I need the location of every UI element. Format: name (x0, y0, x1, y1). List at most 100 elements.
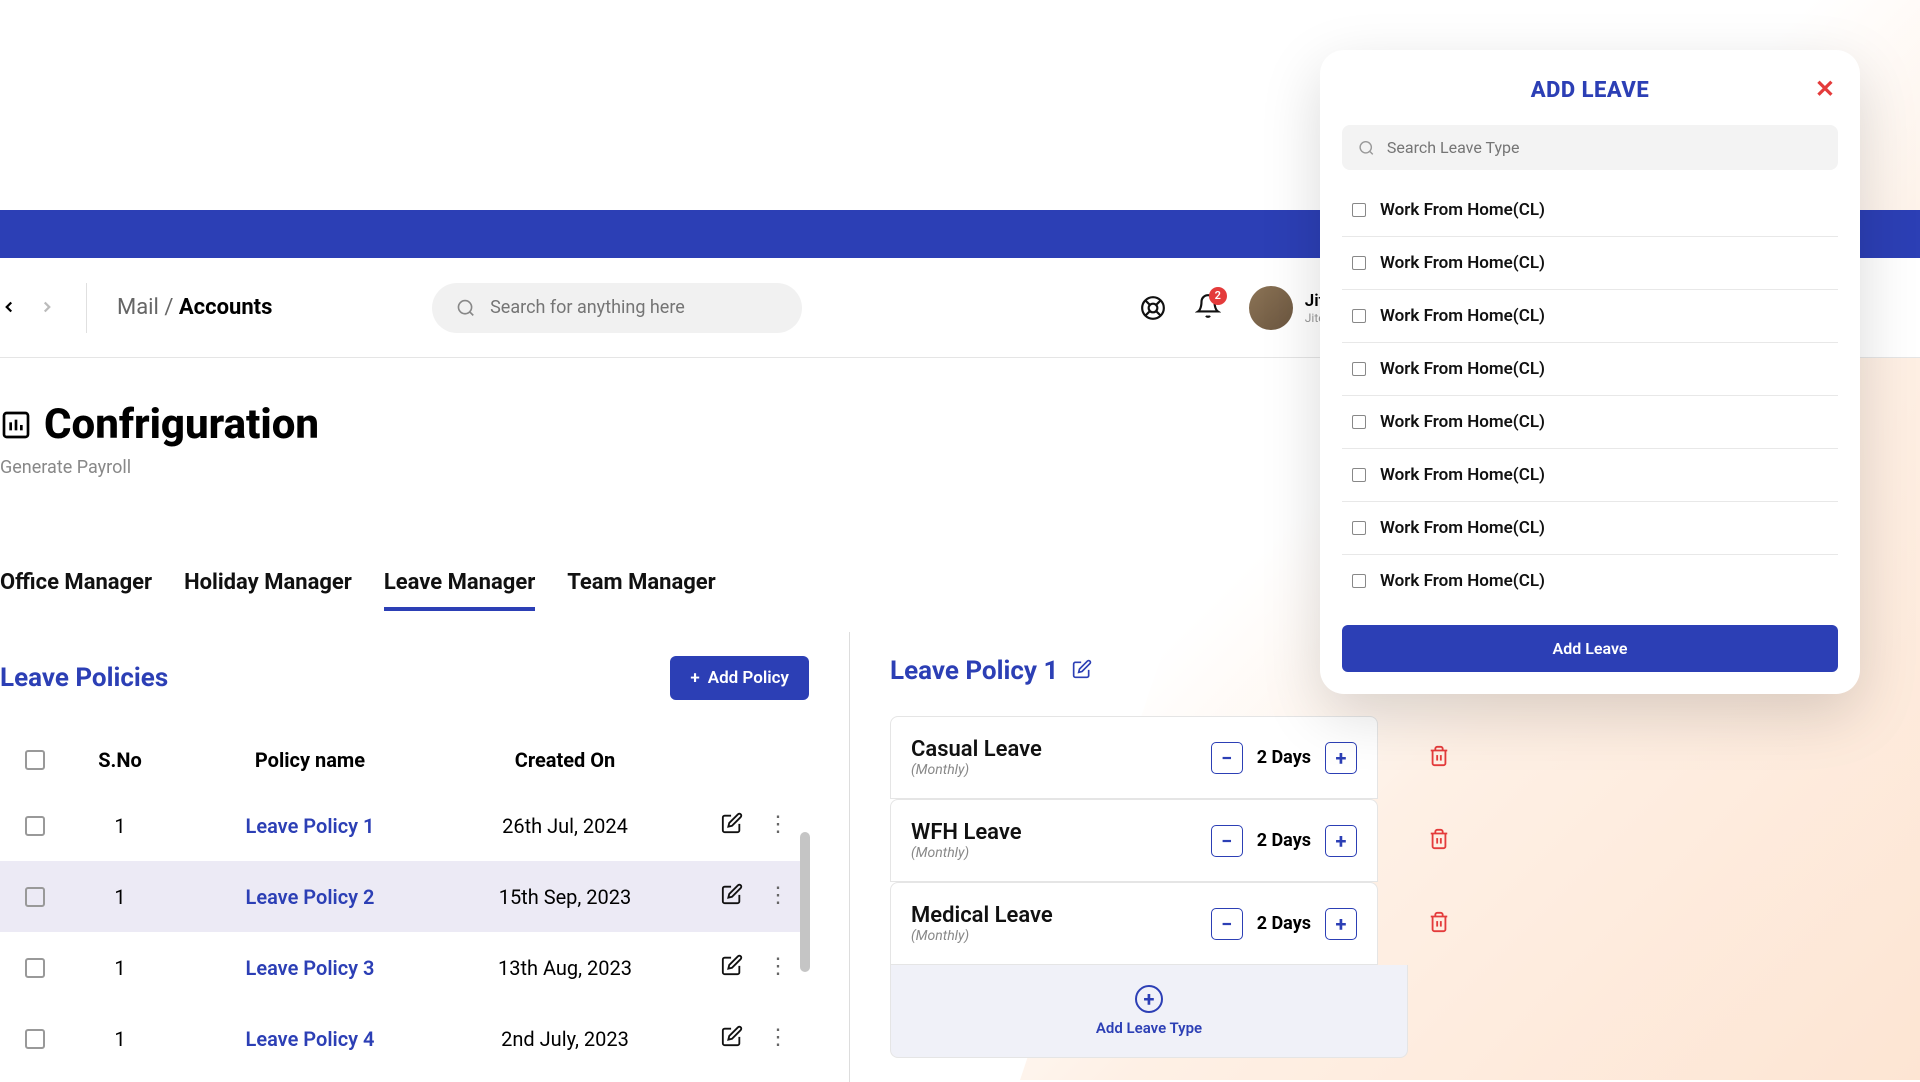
nav-forward-icon[interactable] (38, 294, 56, 322)
global-search[interactable] (432, 283, 802, 333)
option-checkbox[interactable] (1352, 256, 1366, 270)
left-panel: Leave Policies + Add Policy S.No Policy … (0, 632, 850, 1082)
leave-type-option[interactable]: Work From Home(CL) (1342, 290, 1838, 343)
delete-icon[interactable] (1428, 911, 1450, 937)
row-date: 13th Aug, 2023 (450, 956, 680, 980)
notifications[interactable]: 2 (1195, 293, 1221, 323)
leave-row: WFH Leave (Monthly) − 2 Days + (890, 799, 1450, 882)
row-sno: 1 (70, 814, 170, 838)
leave-row: Medical Leave (Monthly) − 2 Days + (890, 882, 1450, 965)
edit-icon[interactable] (721, 1025, 743, 1052)
close-icon[interactable]: ✕ (1815, 75, 1835, 103)
option-label: Work From Home(CL) (1380, 359, 1545, 379)
leave-type-option[interactable]: Work From Home(CL) (1342, 396, 1838, 449)
option-checkbox[interactable] (1352, 309, 1366, 323)
add-leave-type-button[interactable]: + Add Leave Type (890, 965, 1408, 1058)
add-leave-type-label: Add Leave Type (911, 1019, 1387, 1037)
leave-period: (Monthly) (911, 845, 1022, 861)
leave-type-option[interactable]: Work From Home(CL) (1342, 502, 1838, 555)
leave-type-option[interactable]: Work From Home(CL) (1342, 237, 1838, 290)
content: Leave Policies + Add Policy S.No Policy … (0, 632, 1920, 1082)
leave-type-option[interactable]: Work From Home(CL) (1342, 343, 1838, 396)
leave-type-option[interactable]: Work From Home(CL) (1342, 184, 1838, 237)
option-checkbox[interactable] (1352, 521, 1366, 535)
page-title: Confriguration (44, 400, 319, 449)
increase-button[interactable]: + (1325, 825, 1357, 857)
row-checkbox[interactable] (25, 1029, 45, 1049)
edit-policy-icon[interactable] (1072, 656, 1092, 686)
tab-holiday-manager[interactable]: Holiday Manager (184, 570, 352, 611)
row-sno: 1 (70, 956, 170, 980)
select-all-checkbox[interactable] (25, 750, 45, 770)
tab-office-manager[interactable]: Office Manager (0, 570, 152, 611)
breadcrumb-current[interactable]: Accounts (179, 295, 273, 320)
edit-icon[interactable] (721, 954, 743, 981)
search-icon (1358, 139, 1375, 157)
left-panel-title: Leave Policies (0, 663, 168, 693)
header-name: Policy name (170, 748, 450, 772)
table-row[interactable]: 1 Leave Policy 2 15th Sep, 2023 ⋮ (0, 861, 809, 932)
row-checkbox[interactable] (25, 816, 45, 836)
row-sno: 1 (70, 1027, 170, 1051)
row-date: 2nd July, 2023 (450, 1027, 680, 1051)
modal-search[interactable] (1342, 125, 1838, 170)
tab-team-manager[interactable]: Team Manager (567, 570, 715, 611)
header-sno: S.No (70, 748, 170, 772)
add-policy-button[interactable]: + Add Policy (670, 656, 809, 700)
leave-type-option[interactable]: Work From Home(CL) (1342, 449, 1838, 502)
search-input[interactable] (490, 297, 778, 318)
scrollbar-thumb[interactable] (800, 832, 810, 972)
days-value: 2 Days (1257, 830, 1311, 851)
table-row[interactable]: 1 Leave Policy 3 13th Aug, 2023 ⋮ (0, 932, 809, 1003)
modal-title: ADD LEAVE (1342, 78, 1838, 103)
right-panel-title-text: Leave Policy 1 (890, 656, 1058, 686)
option-label: Work From Home(CL) (1380, 465, 1545, 485)
policy-link[interactable]: Leave Policy 4 (170, 1027, 450, 1051)
leave-name: WFH Leave (911, 820, 1022, 845)
option-label: Work From Home(CL) (1380, 253, 1545, 273)
add-leave-modal: ADD LEAVE ✕ Work From Home(CL) Work From… (1320, 50, 1860, 694)
row-checkbox[interactable] (25, 887, 45, 907)
days-value: 2 Days (1257, 913, 1311, 934)
policy-link[interactable]: Leave Policy 1 (170, 814, 450, 838)
table-row[interactable]: 1 Leave Policy 1 26th Jul, 2024 ⋮ (0, 790, 809, 861)
increase-button[interactable]: + (1325, 908, 1357, 940)
option-checkbox[interactable] (1352, 362, 1366, 376)
help-icon[interactable] (1139, 294, 1167, 322)
edit-icon[interactable] (721, 812, 743, 839)
decrease-button[interactable]: − (1211, 825, 1243, 857)
option-checkbox[interactable] (1352, 574, 1366, 588)
search-icon (456, 297, 476, 319)
more-icon[interactable]: ⋮ (767, 883, 789, 910)
leave-list: Casual Leave (Monthly) − 2 Days + WFH Le… (890, 716, 1450, 1058)
more-icon[interactable]: ⋮ (767, 1025, 789, 1052)
decrease-button[interactable]: − (1211, 908, 1243, 940)
more-icon[interactable]: ⋮ (767, 954, 789, 981)
table-row[interactable]: 1 Leave Policy 4 2nd July, 2023 ⋮ (0, 1003, 809, 1074)
more-icon[interactable]: ⋮ (767, 812, 789, 839)
nav-back-icon[interactable] (0, 294, 18, 322)
decrease-button[interactable]: − (1211, 742, 1243, 774)
tab-leave-manager[interactable]: Leave Manager (384, 570, 535, 611)
delete-icon[interactable] (1428, 828, 1450, 854)
row-date: 26th Jul, 2024 (450, 814, 680, 838)
increase-button[interactable]: + (1325, 742, 1357, 774)
add-leave-button[interactable]: Add Leave (1342, 625, 1838, 672)
right-panel: Leave Policy 1 Casual Leave (Monthly) − … (850, 632, 1920, 1082)
delete-icon[interactable] (1428, 745, 1450, 771)
breadcrumb-parent[interactable]: Mail (117, 295, 159, 320)
notification-badge: 2 (1209, 287, 1227, 305)
plus-icon: + (690, 668, 699, 688)
policy-link[interactable]: Leave Policy 3 (170, 956, 450, 980)
modal-list: Work From Home(CL) Work From Home(CL) Wo… (1342, 184, 1838, 607)
option-checkbox[interactable] (1352, 203, 1366, 217)
option-checkbox[interactable] (1352, 415, 1366, 429)
modal-search-input[interactable] (1387, 138, 1822, 157)
edit-icon[interactable] (721, 883, 743, 910)
option-checkbox[interactable] (1352, 468, 1366, 482)
page-title-row: Confriguration (0, 400, 319, 449)
policy-link[interactable]: Leave Policy 2 (170, 885, 450, 909)
row-checkbox[interactable] (25, 958, 45, 978)
page-subtitle: Generate Payroll (0, 457, 319, 478)
leave-type-option[interactable]: Work From Home(CL) (1342, 555, 1838, 607)
